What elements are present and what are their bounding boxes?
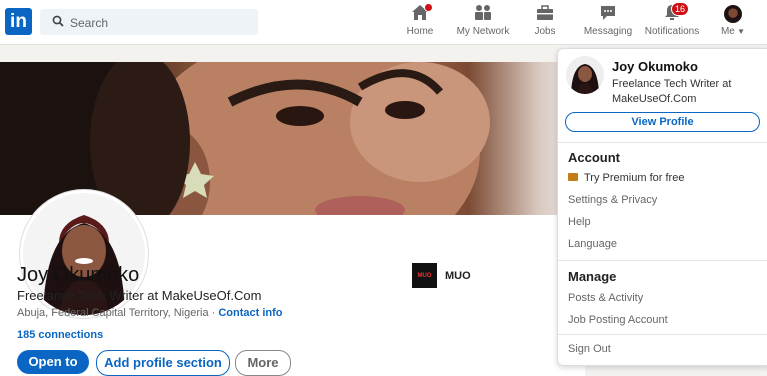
profile-headline: Freelance Tech Writer at MakeUseOf.Com [17,288,262,303]
try-premium-link[interactable]: Try Premium for free [568,172,684,184]
linkedin-logo[interactable]: in [5,8,32,35]
location-separator: · [208,307,219,319]
open-to-button[interactable]: Open to [17,350,89,374]
company-name: MUO [445,269,471,282]
try-premium-label: Try Premium for free [584,172,685,184]
dropdown-name: Joy Okumoko [612,59,698,74]
notifications-badge: 16 [671,2,690,16]
current-company[interactable]: MUO MUO [412,263,471,288]
account-heading: Account [568,150,620,165]
network-icon [474,4,492,24]
dropdown-avatar [566,56,604,94]
nav-notifications[interactable]: 16 Notifications [644,2,700,37]
connections-link[interactable]: 185 connections [17,329,103,341]
nav-label-me: Me [720,26,735,37]
nav-messaging[interactable]: Messaging [583,4,633,37]
profile-card: Joy Okumoko Freelance Tech Writer at Mak… [0,62,585,376]
company-logo: MUO [412,263,437,288]
more-button[interactable]: More [235,350,291,376]
divider [558,142,767,143]
premium-icon [568,173,578,181]
settings-privacy-link[interactable]: Settings & Privacy [568,194,657,206]
dropdown-headline: Freelance Tech Writer at MakeUseOf.Com [612,78,732,105]
briefcase-icon [536,4,554,24]
search-icon [52,14,64,32]
nav-home[interactable]: Home [403,3,437,37]
top-nav-bar: in Home My Network Jobs Messaging 16 Not… [0,0,767,45]
nav-me[interactable]: Me ▼ [718,4,748,37]
search-box[interactable] [40,9,258,35]
nav-label-my-network: My Network [456,26,510,37]
chat-icon [599,4,617,24]
search-input[interactable] [68,12,252,34]
profile-location-line: Abuja, Federal Capital Territory, Nigeri… [17,307,283,319]
language-link[interactable]: Language [568,238,617,250]
posts-activity-link[interactable]: Posts & Activity [568,292,643,304]
manage-heading: Manage [568,269,617,284]
home-notification-dot [424,3,433,12]
contact-info-link[interactable]: Contact info [218,307,282,319]
nav-label-messaging: Messaging [583,26,633,37]
nav-label-notifications: Notifications [644,26,700,37]
nav-my-network[interactable]: My Network [455,4,511,37]
nav-label-home: Home [406,26,434,37]
caret-down-icon: ▼ [734,27,746,36]
divider [558,260,767,261]
nav-label-jobs: Jobs [534,26,556,37]
help-link[interactable]: Help [568,216,591,228]
me-dropdown-menu: Joy Okumoko Freelance Tech Writer at Mak… [557,48,767,366]
view-profile-button[interactable]: View Profile [565,112,760,132]
nav-jobs[interactable]: Jobs [530,4,560,37]
add-profile-section-button[interactable]: Add profile section [96,350,230,376]
me-avatar [724,5,742,23]
profile-name: Joy Okumoko [17,264,140,286]
divider [558,334,767,335]
job-posting-account-link[interactable]: Job Posting Account [568,314,668,326]
profile-location: Abuja, Federal Capital Territory, Nigeri… [17,307,209,319]
sign-out-link[interactable]: Sign Out [568,343,611,355]
